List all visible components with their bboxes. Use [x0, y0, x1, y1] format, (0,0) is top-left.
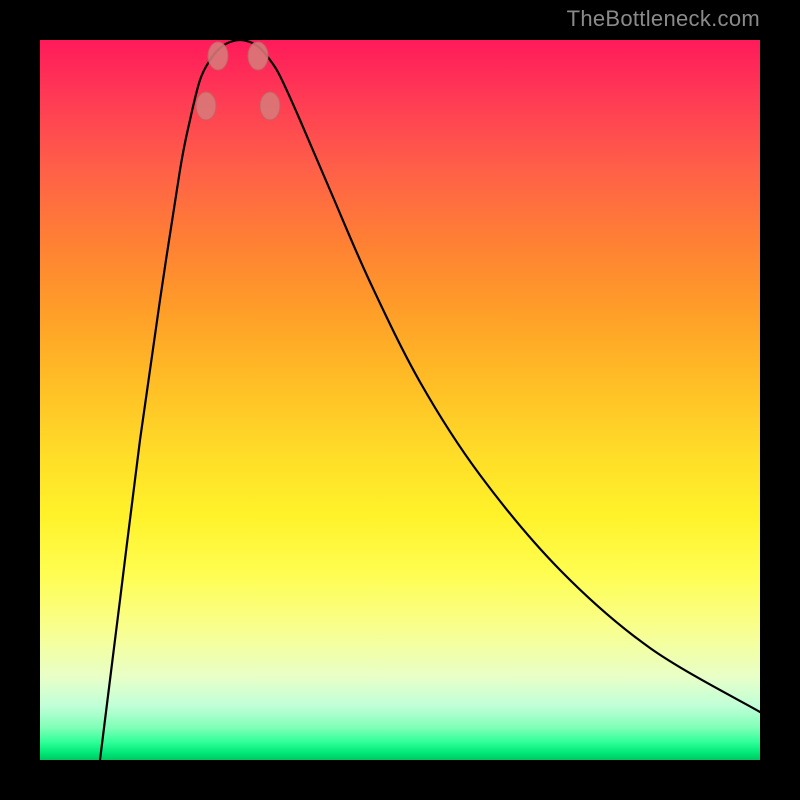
highlight-point [260, 92, 280, 120]
highlight-point [196, 92, 216, 120]
highlight-points [196, 42, 280, 120]
highlight-point [208, 42, 228, 70]
chart-plot-area [40, 40, 760, 760]
chart-svg [40, 40, 760, 760]
highlight-point [248, 42, 268, 70]
bottleneck-curve [100, 40, 760, 760]
attribution-text: TheBottleneck.com [567, 6, 760, 32]
